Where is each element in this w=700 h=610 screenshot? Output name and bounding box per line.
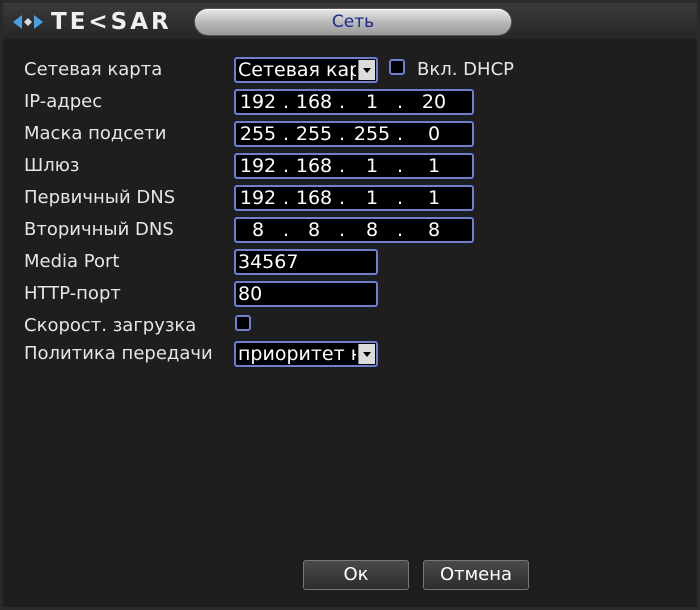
mask-octet-3[interactable]: 255 (350, 123, 394, 145)
ip-octet-4[interactable]: 20 (412, 91, 456, 113)
sdns-octet-1[interactable]: 8 (236, 219, 280, 241)
dhcp-checkbox[interactable] (389, 59, 405, 75)
ok-button[interactable]: Ок (303, 560, 409, 590)
chevron-down-icon[interactable] (358, 344, 375, 364)
ip-address-field[interactable]: 192 . 168 . 1 . 20 (234, 89, 474, 115)
secondary-dns-label: Вторичный DNS (24, 219, 174, 240)
chevron-down-icon[interactable] (358, 60, 375, 80)
ip-octet-1[interactable]: 192 (236, 91, 280, 113)
logo-arrows-icon (13, 15, 43, 29)
ip-address-label: IP-адрес (24, 91, 103, 112)
sdns-octet-3[interactable]: 8 (350, 219, 394, 241)
subnet-mask-field[interactable]: 255 . 255 . 255 . 0 (234, 121, 474, 147)
network-settings-window: TE<SAR Сеть Сетевая карта Сетевая карта … (0, 0, 700, 610)
subnet-mask-label: Маска подсети (24, 123, 167, 144)
ip-dot: . (338, 91, 346, 113)
dhcp-label: Вкл. DHCP (417, 59, 514, 80)
transfer-policy-label: Политика передачи (24, 343, 213, 364)
primary-dns-label: Первичный DNS (24, 187, 176, 208)
gateway-octet-3[interactable]: 1 (350, 155, 394, 177)
transfer-policy-select[interactable]: приоритет н (234, 341, 378, 367)
secondary-dns-field[interactable]: 8 . 8 . 8 . 8 (234, 217, 474, 243)
gateway-label: Шлюз (24, 155, 80, 176)
window-title: Сеть (195, 9, 511, 35)
sdns-dot: . (396, 219, 404, 241)
sdns-octet-2[interactable]: 8 (292, 219, 336, 241)
ip-octet-2[interactable]: 168 (292, 91, 336, 113)
gateway-dot: . (282, 155, 290, 177)
pdns-octet-1[interactable]: 192 (236, 187, 280, 209)
title-bar: TE<SAR Сеть (3, 3, 697, 39)
mask-dot: . (396, 123, 404, 145)
sdns-dot: . (282, 219, 290, 241)
network-card-label: Сетевая карта (24, 59, 163, 80)
http-port-input[interactable]: 80 (234, 281, 378, 307)
gateway-octet-4[interactable]: 1 (412, 155, 456, 177)
pdns-dot: . (282, 187, 290, 209)
gateway-octet-1[interactable]: 192 (236, 155, 280, 177)
mask-octet-4[interactable]: 0 (412, 123, 456, 145)
pdns-octet-4[interactable]: 1 (412, 187, 456, 209)
transfer-policy-value: приоритет н (238, 343, 356, 365)
network-card-value: Сетевая карта (238, 59, 356, 81)
logo: TE<SAR (13, 9, 172, 35)
sdns-dot: . (338, 219, 346, 241)
ip-octet-3[interactable]: 1 (350, 91, 394, 113)
gateway-field[interactable]: 192 . 168 . 1 . 1 (234, 153, 474, 179)
cancel-button[interactable]: Отмена (423, 560, 529, 590)
form-content: Сетевая карта Сетевая карта Вкл. DHCP IP… (3, 39, 697, 607)
pdns-dot: . (396, 187, 404, 209)
network-card-select[interactable]: Сетевая карта (234, 57, 378, 83)
logo-text: TE<SAR (51, 9, 172, 35)
fast-download-checkbox[interactable] (235, 315, 251, 331)
mask-octet-2[interactable]: 255 (292, 123, 336, 145)
fast-download-label: Скорост. загрузка (24, 315, 197, 336)
ip-dot: . (396, 91, 404, 113)
ip-dot: . (282, 91, 290, 113)
pdns-octet-2[interactable]: 168 (292, 187, 336, 209)
sdns-octet-4[interactable]: 8 (412, 219, 456, 241)
gateway-dot: . (338, 155, 346, 177)
media-port-label: Media Port (24, 251, 120, 272)
pdns-dot: . (338, 187, 346, 209)
gateway-octet-2[interactable]: 168 (292, 155, 336, 177)
primary-dns-field[interactable]: 192 . 168 . 1 . 1 (234, 185, 474, 211)
media-port-input[interactable]: 34567 (234, 249, 378, 275)
http-port-label: HTTP-порт (24, 283, 121, 304)
mask-octet-1[interactable]: 255 (236, 123, 280, 145)
gateway-dot: . (396, 155, 404, 177)
pdns-octet-3[interactable]: 1 (350, 187, 394, 209)
mask-dot: . (338, 123, 346, 145)
mask-dot: . (282, 123, 290, 145)
